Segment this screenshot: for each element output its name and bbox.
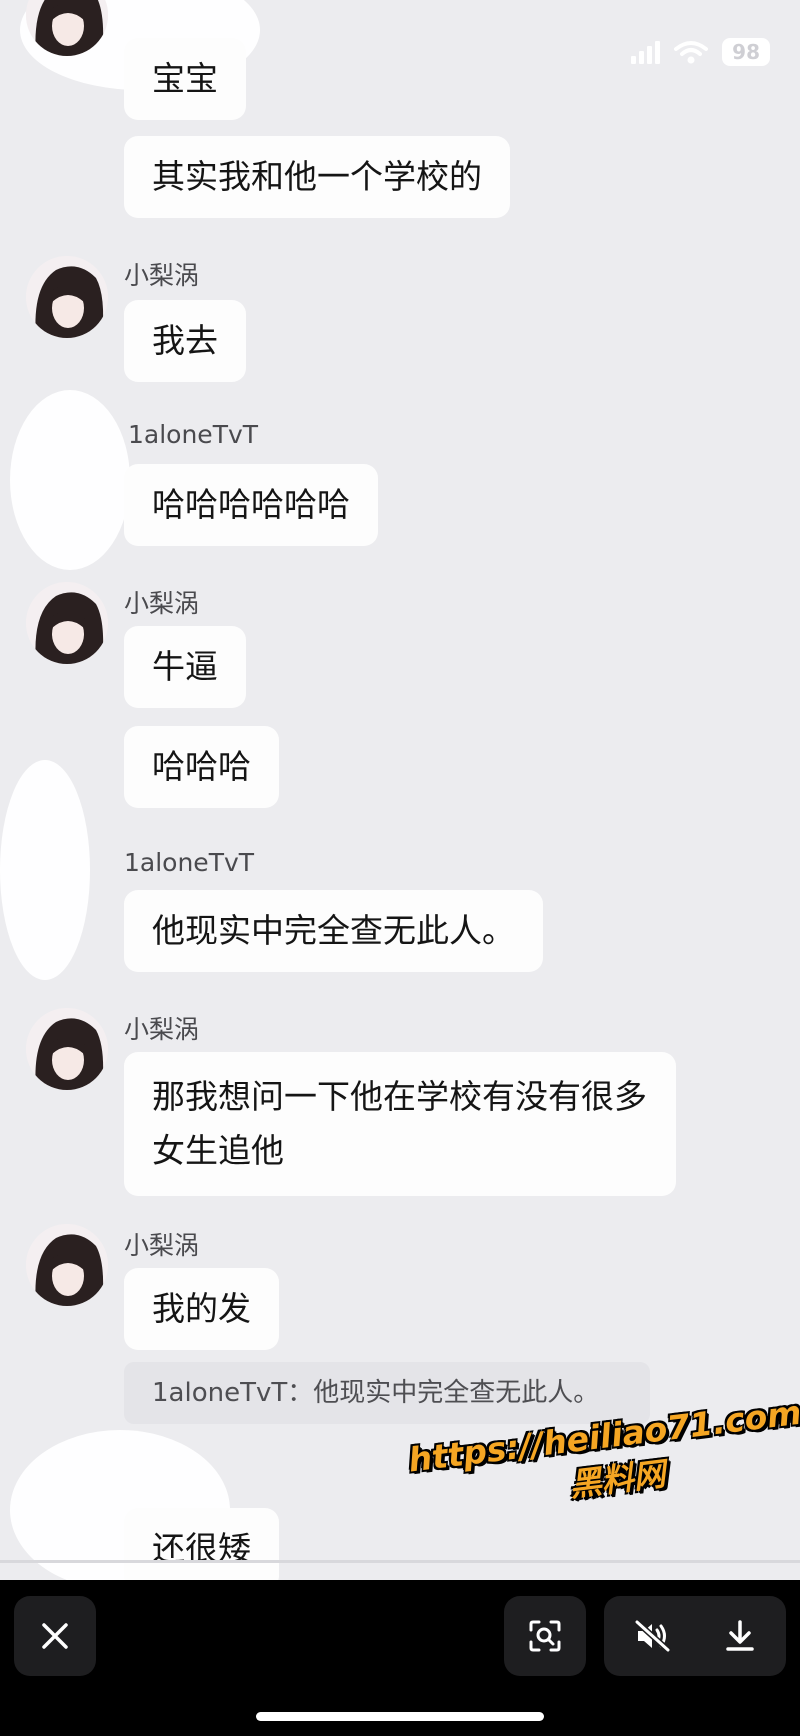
media-controls-group xyxy=(604,1596,786,1676)
sender-name: 小梨涡 xyxy=(124,589,200,618)
close-button[interactable] xyxy=(14,1596,96,1676)
status-bar: 98 xyxy=(631,38,770,66)
close-icon xyxy=(42,1623,68,1649)
watermark-name: 黑料网 xyxy=(567,1454,668,1505)
progress-track xyxy=(0,1560,800,1563)
message-bubble[interactable]: 还很矮 xyxy=(124,1508,279,1580)
message-bubble[interactable]: 那我想问一下他在学校有没有很多女生追他 xyxy=(124,1052,676,1196)
sender-name: 1aloneTvT xyxy=(124,848,255,877)
signal-icon xyxy=(631,40,661,64)
sender-name: 1aloneTvT xyxy=(128,420,259,449)
chat-screen: 98 宝宝 其实我和他一个学校的 小梨涡 我去 1aloneTvT 哈哈哈哈哈哈 xyxy=(0,0,800,1580)
anime-girl-avatar-icon xyxy=(26,582,108,664)
message-bubble[interactable]: 其实我和他一个学校的 xyxy=(124,136,510,218)
download-icon[interactable] xyxy=(724,1619,756,1653)
avatar[interactable] xyxy=(26,1224,108,1306)
message-bubble[interactable]: 我的发 xyxy=(124,1268,279,1350)
home-indicator[interactable] xyxy=(256,1712,544,1721)
avatar[interactable] xyxy=(26,582,108,664)
speaker-muted-icon[interactable] xyxy=(634,1619,672,1653)
redaction-smear xyxy=(10,390,130,570)
wifi-icon xyxy=(674,41,709,64)
message-bubble[interactable]: 哈哈哈 xyxy=(124,726,279,808)
quoted-reply[interactable]: 1aloneTvT：他现实中完全查无此人。 xyxy=(124,1362,650,1424)
anime-girl-avatar-icon xyxy=(26,1008,108,1090)
sender-name: 小梨涡 xyxy=(124,1231,200,1260)
avatar[interactable] xyxy=(26,1008,108,1090)
sender-name: 小梨涡 xyxy=(124,1015,200,1044)
message-bubble[interactable]: 他现实中完全查无此人。 xyxy=(124,890,543,972)
anime-girl-avatar-icon xyxy=(26,1224,108,1306)
avatar[interactable] xyxy=(26,256,108,338)
message-bubble[interactable]: 宝宝 xyxy=(124,38,246,120)
scan-icon xyxy=(529,1620,561,1652)
message-bubble[interactable]: 牛逼 xyxy=(124,626,246,708)
message-bubble[interactable]: 我去 xyxy=(124,300,246,382)
sender-name: 小梨涡 xyxy=(124,261,200,290)
message-bubble[interactable]: 哈哈哈哈哈哈 xyxy=(124,464,378,546)
redaction-smear xyxy=(0,760,90,980)
battery-indicator: 98 xyxy=(722,38,770,66)
anime-girl-avatar-icon xyxy=(26,256,108,338)
scan-button[interactable] xyxy=(504,1596,586,1676)
